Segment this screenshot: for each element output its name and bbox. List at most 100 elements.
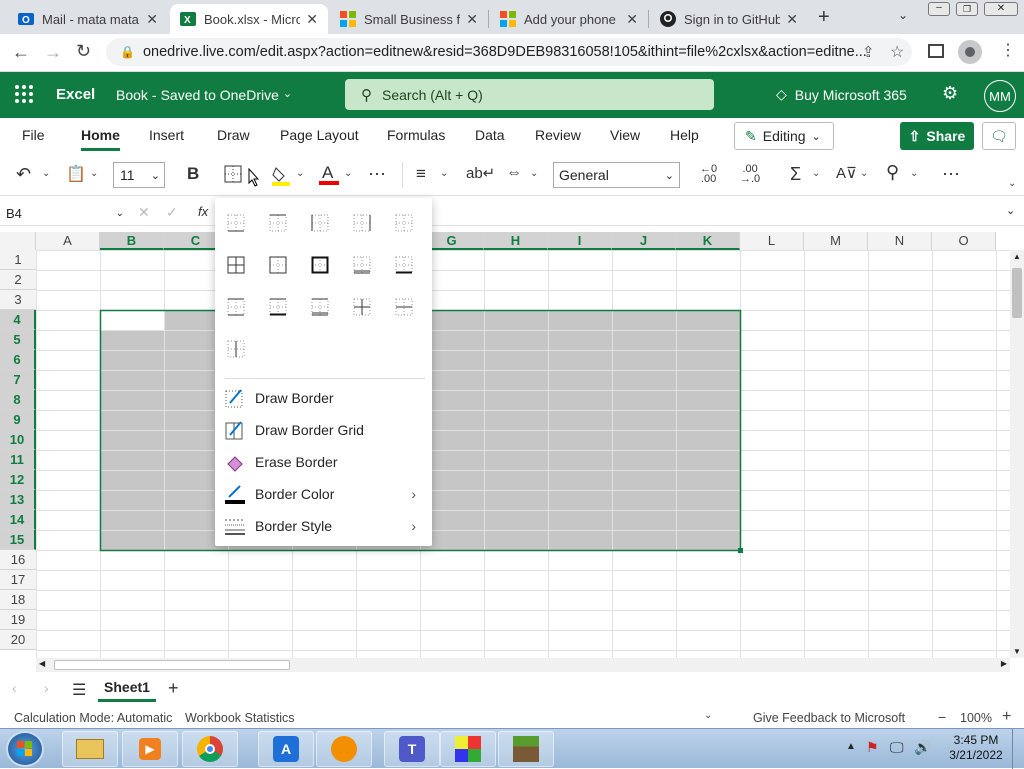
- zoom-out-icon[interactable]: −: [938, 709, 946, 725]
- reload-icon[interactable]: ↻: [76, 41, 91, 62]
- teams-icon[interactable]: T: [384, 731, 440, 767]
- fill-handle[interactable]: [738, 548, 743, 553]
- column-header-h[interactable]: H: [484, 232, 548, 250]
- chevron-down-icon[interactable]: ⌄: [910, 168, 918, 179]
- bold-button[interactable]: B: [187, 164, 199, 184]
- thick-bottom-border-icon[interactable]: [395, 256, 413, 274]
- row-header-14[interactable]: 14: [0, 510, 36, 530]
- minecraft-icon[interactable]: [498, 731, 554, 767]
- app-launcher-icon[interactable]: [14, 84, 34, 104]
- tab-insert[interactable]: Insert: [149, 127, 184, 143]
- row-header-5[interactable]: 5: [0, 330, 36, 350]
- next-sheet-icon[interactable]: ›: [44, 680, 49, 696]
- comments-icon[interactable]: 🗨: [982, 122, 1016, 150]
- menu-kebab-icon[interactable]: ⋮: [1000, 40, 1016, 60]
- wrap-text-icon[interactable]: ab↵: [466, 164, 495, 182]
- row-header-2[interactable]: 2: [0, 270, 36, 290]
- close-icon[interactable]: ✕: [466, 11, 478, 28]
- column-header-o[interactable]: O: [932, 232, 996, 250]
- app-name[interactable]: Excel: [56, 86, 95, 103]
- grid-canvas[interactable]: [0, 232, 1024, 658]
- share-button[interactable]: ⇧ Share: [900, 122, 974, 150]
- inside-vertical-border-icon[interactable]: [227, 340, 245, 358]
- chevron-down-icon[interactable]: ⌄: [704, 710, 712, 721]
- scroll-thumb[interactable]: [1012, 268, 1022, 318]
- row-header-12[interactable]: 12: [0, 470, 36, 490]
- scroll-thumb[interactable]: [54, 660, 290, 670]
- zoom-level[interactable]: 100%: [960, 711, 992, 725]
- draw-border-item[interactable]: Draw Border: [215, 382, 432, 414]
- add-sheet-icon[interactable]: +: [168, 678, 179, 699]
- column-header-m[interactable]: M: [804, 232, 868, 250]
- top-double-bottom-border-icon[interactable]: [311, 298, 329, 316]
- thick-outside-border-icon[interactable]: [311, 256, 329, 274]
- row-header-8[interactable]: 8: [0, 390, 36, 410]
- network-warning-icon[interactable]: ⚑: [866, 739, 879, 756]
- right-border-icon[interactable]: [353, 214, 371, 232]
- top-bottom-border-icon[interactable]: [227, 298, 245, 316]
- chevron-down-icon[interactable]: ⌄: [296, 168, 304, 179]
- row-header-1[interactable]: 1: [0, 250, 36, 270]
- colorful-app-icon[interactable]: [440, 731, 496, 767]
- spreadsheet-grid[interactable]: ABCDEFGHIJKLMNO 123456789101112131415161…: [0, 232, 1024, 658]
- horizontal-scrollbar[interactable]: ◀ ▶: [36, 658, 1010, 672]
- function-icon[interactable]: fx: [198, 204, 208, 219]
- border-color-item[interactable]: Border Color ›: [215, 478, 432, 510]
- borders-button[interactable]: [224, 165, 242, 183]
- uc-browser-icon[interactable]: [316, 731, 372, 767]
- tab-formulas[interactable]: Formulas: [387, 127, 445, 143]
- editing-mode-button[interactable]: ✎ Editing ⌄: [734, 122, 834, 150]
- tab-home[interactable]: Home: [81, 127, 120, 143]
- clock[interactable]: 3:45 PM 3/21/2022: [944, 733, 1008, 763]
- all-borders-icon[interactable]: [227, 256, 245, 274]
- row-header-19[interactable]: 19: [0, 610, 36, 630]
- chrome-icon[interactable]: [182, 731, 238, 767]
- enter-check-icon[interactable]: ✓: [166, 204, 178, 221]
- sheet-tab-sheet1[interactable]: Sheet1: [98, 674, 156, 702]
- all-sheets-menu-icon[interactable]: ☰: [72, 680, 86, 700]
- bottom-border-icon[interactable]: [227, 214, 245, 232]
- calc-mode[interactable]: Calculation Mode: Automatic: [14, 711, 172, 725]
- close-icon[interactable]: ✕: [146, 11, 158, 28]
- column-header-k[interactable]: K: [676, 232, 740, 250]
- left-border-icon[interactable]: [311, 214, 329, 232]
- scroll-down-icon[interactable]: ▼: [1013, 647, 1021, 656]
- chevron-down-icon[interactable]: ⌄: [344, 168, 352, 179]
- chevron-down-icon[interactable]: ⌄: [860, 168, 868, 179]
- close-icon[interactable]: ✕: [626, 11, 638, 28]
- font-size-select[interactable]: 11 ⌄: [113, 162, 165, 188]
- chevron-down-icon[interactable]: ⌄: [440, 168, 448, 179]
- chevron-down-icon[interactable]: ⌄: [1006, 204, 1015, 217]
- chevron-down-icon[interactable]: ⌄: [812, 168, 820, 179]
- ribbon-expand-icon[interactable]: ⌄: [1008, 178, 1016, 189]
- file-explorer-icon[interactable]: [62, 731, 118, 767]
- tab-search-button[interactable]: ⌄: [898, 8, 908, 22]
- scroll-left-icon[interactable]: ◀: [39, 659, 45, 668]
- profile-icon[interactable]: [958, 40, 982, 64]
- workbook-stats[interactable]: Workbook Statistics: [185, 711, 295, 725]
- tray-expand-icon[interactable]: ▲: [846, 741, 856, 752]
- bookmark-star-icon[interactable]: ☆: [890, 42, 904, 62]
- vertical-scrollbar[interactable]: ▲ ▼: [1010, 250, 1024, 658]
- browser-tab-book[interactable]: X Book.xlsx - Microsoft ✕: [170, 4, 328, 34]
- search-box[interactable]: ⚲ Search (Alt + Q): [345, 79, 714, 110]
- column-header-a[interactable]: A: [36, 232, 100, 250]
- media-player-icon[interactable]: ▶: [122, 731, 178, 767]
- column-header-b[interactable]: B: [100, 232, 164, 250]
- chevron-down-icon[interactable]: ⌄: [42, 168, 50, 179]
- more-options-icon[interactable]: ⋯: [942, 164, 960, 185]
- row-header-17[interactable]: 17: [0, 570, 36, 590]
- top-thick-bottom-border-icon[interactable]: [269, 298, 287, 316]
- buy-microsoft-button[interactable]: ◇ Buy Microsoft 365: [776, 86, 907, 103]
- tab-file[interactable]: File: [22, 127, 45, 143]
- row-header-6[interactable]: 6: [0, 350, 36, 370]
- back-arrow-icon[interactable]: ←: [12, 42, 30, 63]
- outside-borders-icon[interactable]: [269, 256, 287, 274]
- row-header-15[interactable]: 15: [0, 530, 36, 550]
- draw-border-grid-item[interactable]: Draw Border Grid: [215, 414, 432, 446]
- autosum-icon[interactable]: Σ: [790, 164, 801, 185]
- start-button[interactable]: [6, 731, 44, 767]
- paste-clipboard-icon[interactable]: 📋: [66, 164, 86, 184]
- settings-gear-icon[interactable]: ⚙: [942, 83, 958, 104]
- column-header-j[interactable]: J: [612, 232, 676, 250]
